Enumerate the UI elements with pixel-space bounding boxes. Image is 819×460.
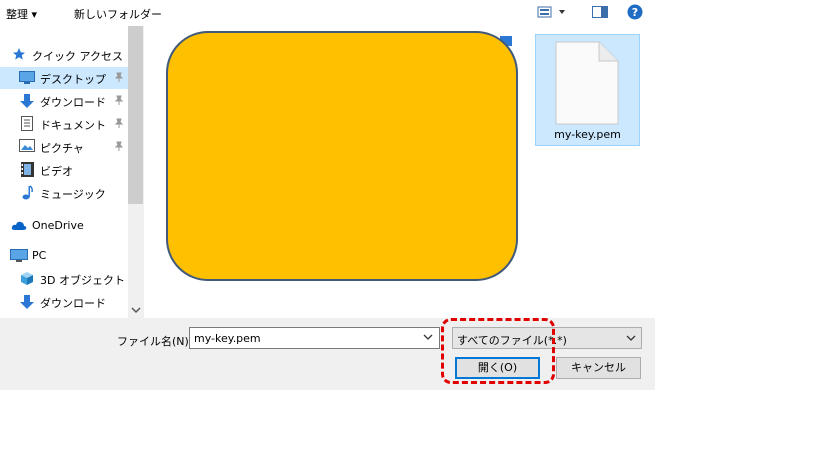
nav-item-3d-objects[interactable]: 3D オブジェクト	[0, 268, 128, 290]
nav-item-quick-access[interactable]: クイック アクセス	[0, 44, 128, 66]
new-folder-button[interactable]: 新しいフォルダー	[74, 6, 162, 22]
scrollbar-thumb[interactable]	[128, 26, 143, 204]
nav-item-desktop[interactable]: デスクトップ	[0, 67, 128, 89]
desktop-icon	[19, 70, 35, 87]
nav-item-label: デスクトップ	[40, 73, 106, 86]
file-name-label: my-key.pem	[554, 128, 621, 141]
pin-icon	[114, 118, 124, 131]
help-icon[interactable]: ?	[627, 4, 643, 23]
nav-item-label: ドキュメント	[40, 119, 106, 132]
sidebar-scrollbar[interactable]	[128, 26, 144, 318]
file-item-my-key-pem[interactable]: my-key.pem	[535, 34, 640, 146]
star-icon	[12, 47, 26, 64]
cancel-button[interactable]: キャンセル	[556, 357, 641, 379]
download-arrow-icon	[20, 294, 34, 313]
nav-item-label: ピクチャ	[40, 142, 84, 155]
organize-button[interactable]: 整理 ▾	[6, 6, 37, 22]
pin-icon	[114, 95, 124, 108]
svg-text:?: ?	[632, 6, 638, 19]
chevron-down-icon	[625, 332, 637, 347]
toolbar: 整理 ▾ 新しいフォルダー ?	[0, 0, 655, 26]
overlay-rounded-rectangle	[166, 31, 518, 281]
highlight-annotation	[441, 318, 555, 384]
music-icon	[22, 185, 34, 203]
download-arrow-icon	[20, 93, 34, 112]
nav-item-label: ミュージック	[40, 188, 106, 201]
pin-icon	[114, 72, 124, 85]
nav-item-pictures[interactable]: ピクチャ	[0, 136, 128, 158]
scroll-down-icon[interactable]	[131, 304, 141, 317]
nav-item-label: ダウンロード	[40, 96, 106, 109]
filename-input[interactable]	[189, 327, 440, 349]
document-icon	[21, 116, 33, 134]
nav-item-music[interactable]: ミュージック	[0, 182, 128, 204]
nav-item-label: ダウンロード	[40, 297, 106, 310]
nav-item-onedrive[interactable]: OneDrive	[0, 215, 128, 237]
nav-item-documents[interactable]: ドキュメント	[0, 113, 128, 135]
navigation-pane: クイック アクセス デスクトップ ダウンロード ドキュメント ピクチャ ビデオ	[0, 26, 128, 318]
chevron-down-icon[interactable]	[422, 331, 434, 346]
nav-item-pc[interactable]: PC	[0, 245, 128, 267]
nav-item-downloads-pc[interactable]: ダウンロード	[0, 291, 128, 313]
pc-icon	[10, 248, 28, 266]
filename-label: ファイル名(N):	[117, 335, 193, 348]
picture-icon	[19, 139, 35, 155]
nav-item-label: OneDrive	[32, 219, 84, 232]
nav-item-label: PC	[32, 249, 47, 262]
nav-item-downloads[interactable]: ダウンロード	[0, 90, 128, 112]
preview-pane-icon[interactable]	[592, 5, 608, 22]
nav-item-label: ビデオ	[40, 165, 73, 178]
nav-item-videos[interactable]: ビデオ	[0, 159, 128, 181]
file-icon	[555, 41, 619, 128]
cube-icon	[20, 271, 34, 289]
view-icon[interactable]	[537, 5, 567, 22]
cloud-icon	[11, 220, 27, 234]
pin-icon	[114, 141, 124, 154]
nav-item-label: 3D オブジェクト	[40, 274, 125, 287]
nav-item-label: クイック アクセス	[32, 50, 123, 63]
video-icon	[21, 162, 34, 180]
